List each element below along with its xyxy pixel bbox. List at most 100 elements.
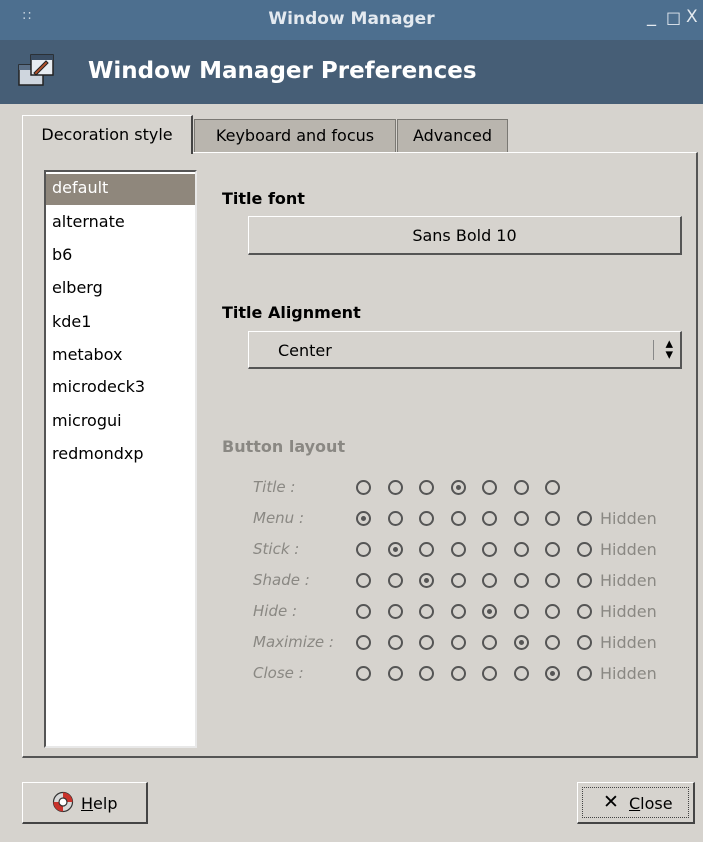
layout-radio[interactable]: [387, 480, 403, 495]
layout-radio[interactable]: [450, 480, 466, 495]
button-layout-row-label: Maximize :: [253, 633, 334, 651]
help-label-mnemonic: H: [81, 794, 94, 813]
layout-radio[interactable]: [356, 542, 371, 557]
list-item-microdeck3[interactable]: microdeck3: [46, 373, 195, 404]
layout-radio[interactable]: [387, 573, 403, 588]
layout-radio[interactable]: [356, 480, 371, 495]
list-item-metabox[interactable]: metabox: [46, 341, 195, 372]
button-layout-row-label: Stick :: [253, 540, 300, 558]
layout-radio[interactable]: [513, 511, 529, 526]
layout-radio[interactable]: [387, 666, 403, 681]
layout-radio[interactable]: [356, 573, 371, 588]
layout-radio[interactable]: [576, 542, 592, 557]
list-item-default[interactable]: default: [46, 174, 195, 205]
layout-radio[interactable]: [576, 635, 592, 650]
layout-radio[interactable]: [513, 480, 529, 495]
layout-radio[interactable]: [545, 604, 560, 619]
layout-radio[interactable]: [513, 573, 529, 588]
list-item-alternate[interactable]: alternate: [46, 208, 195, 239]
select-separator: [653, 340, 654, 360]
layout-radio[interactable]: [450, 635, 466, 650]
layout-radio[interactable]: [576, 511, 592, 526]
help-button[interactable]: Help: [22, 782, 148, 824]
layout-radio[interactable]: [513, 542, 529, 557]
title-font-value: Sans Bold 10: [412, 226, 517, 245]
button-layout-row-label: Close :: [253, 664, 304, 682]
layout-radio[interactable]: [419, 511, 434, 526]
layout-radio[interactable]: [450, 666, 466, 681]
window-titlebar[interactable]: :: Window Manager _ □ X: [0, 0, 703, 40]
title-alignment-select[interactable]: Center ▴ ▾: [248, 331, 682, 369]
layout-radio[interactable]: [419, 573, 434, 588]
tab-label: Decoration style: [41, 125, 173, 144]
layout-radio[interactable]: [356, 604, 371, 619]
layout-radio[interactable]: [576, 604, 592, 619]
layout-radio[interactable]: [513, 604, 529, 619]
hidden-option-label: Hidden: [600, 509, 657, 528]
title-font-button[interactable]: Sans Bold 10: [248, 216, 682, 255]
layout-radio[interactable]: [387, 542, 403, 557]
preferences-header: Window Manager Preferences: [0, 40, 703, 104]
hidden-option-label: Hidden: [600, 602, 657, 621]
layout-radio[interactable]: [482, 542, 497, 557]
layout-radio[interactable]: [545, 635, 560, 650]
layout-radio[interactable]: [387, 635, 403, 650]
layout-radio[interactable]: [450, 511, 466, 526]
layout-radio[interactable]: [545, 511, 560, 526]
layout-radio[interactable]: [513, 635, 529, 650]
layout-radio[interactable]: [576, 573, 592, 588]
layout-radio[interactable]: [387, 511, 403, 526]
updown-arrows-icon: ▴ ▾: [665, 334, 673, 363]
list-item-redmondxp[interactable]: redmondxp: [46, 440, 195, 471]
layout-radio[interactable]: [576, 666, 592, 681]
layout-radio[interactable]: [356, 635, 371, 650]
layout-radio[interactable]: [356, 511, 371, 526]
button-layout-label: Button layout: [222, 437, 346, 456]
layout-radio[interactable]: [545, 573, 560, 588]
layout-radio[interactable]: [450, 542, 466, 557]
layout-radio[interactable]: [419, 480, 434, 495]
layout-radio[interactable]: [419, 542, 434, 557]
list-item-microgui[interactable]: microgui: [46, 407, 195, 438]
layout-radio[interactable]: [450, 573, 466, 588]
button-layout-row-label: Shade :: [253, 571, 310, 589]
layout-radio[interactable]: [545, 542, 560, 557]
close-window-button[interactable]: X: [686, 7, 698, 27]
preferences-title: Window Manager Preferences: [88, 58, 477, 84]
close-label-mnemonic: C: [629, 794, 641, 813]
layout-radio[interactable]: [356, 666, 371, 681]
decoration-style-panel: default alternate b6 elberg kde1 metabox…: [22, 152, 698, 758]
window-title: Window Manager: [268, 9, 435, 29]
layout-radio[interactable]: [387, 604, 403, 619]
minimize-button[interactable]: _: [647, 6, 656, 27]
layout-radio[interactable]: [513, 666, 529, 681]
layout-radio[interactable]: [419, 635, 434, 650]
layout-radio[interactable]: [482, 480, 497, 495]
maximize-button[interactable]: □: [666, 8, 681, 27]
tab-advanced[interactable]: Advanced: [397, 119, 508, 153]
tab-decoration-style[interactable]: Decoration style: [22, 115, 193, 154]
layout-radio[interactable]: [419, 604, 434, 619]
button-layout-row-label: Title :: [253, 478, 296, 496]
layout-radio[interactable]: [419, 666, 434, 681]
title-font-label: Title font: [222, 189, 305, 208]
layout-radio[interactable]: [482, 511, 497, 526]
lifebuoy-icon: [52, 791, 74, 813]
list-item-kde1[interactable]: kde1: [46, 308, 195, 339]
layout-radio[interactable]: [482, 604, 497, 619]
button-layout-row-label: Menu :: [253, 509, 305, 527]
close-button[interactable]: ✕ Close: [577, 782, 695, 824]
layout-radio[interactable]: [482, 573, 497, 588]
layout-radio[interactable]: [482, 635, 497, 650]
tab-keyboard-and-focus[interactable]: Keyboard and focus: [194, 119, 396, 153]
layout-radio[interactable]: [450, 604, 466, 619]
list-item-b6[interactable]: b6: [46, 241, 195, 272]
layout-radio[interactable]: [545, 666, 560, 681]
close-x-icon: ✕: [603, 791, 619, 813]
list-item-elberg[interactable]: elberg: [46, 274, 195, 305]
help-label-rest: elp: [93, 794, 118, 813]
layout-radio[interactable]: [545, 480, 560, 495]
help-label: Help: [81, 794, 117, 813]
decoration-style-list[interactable]: default alternate b6 elberg kde1 metabox…: [44, 170, 197, 748]
layout-radio[interactable]: [482, 666, 497, 681]
